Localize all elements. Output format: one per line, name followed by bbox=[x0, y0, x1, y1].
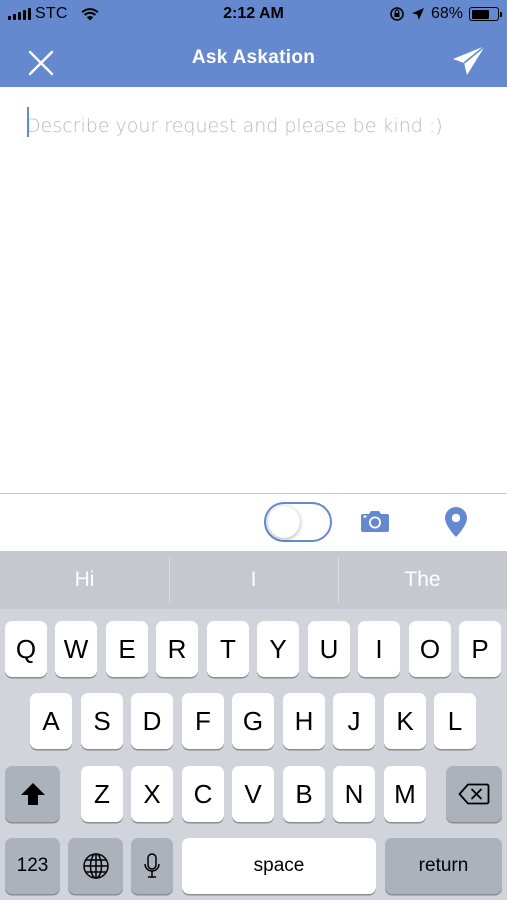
shift-key[interactable] bbox=[5, 766, 60, 822]
shift-arrow-icon bbox=[20, 783, 45, 805]
numbers-key[interactable]: 123 bbox=[5, 838, 60, 894]
key-o[interactable]: O bbox=[409, 621, 451, 677]
key-n[interactable]: N bbox=[333, 766, 375, 822]
suggestion-1[interactable]: Hi bbox=[0, 551, 169, 609]
key-k[interactable]: K bbox=[384, 693, 426, 749]
key-m[interactable]: M bbox=[384, 766, 426, 822]
key-p[interactable]: P bbox=[459, 621, 501, 677]
backspace-icon bbox=[458, 783, 490, 805]
paper-plane-icon[interactable] bbox=[451, 44, 487, 78]
key-e[interactable]: E bbox=[106, 621, 148, 677]
key-z[interactable]: Z bbox=[81, 766, 123, 822]
key-f[interactable]: F bbox=[182, 693, 224, 749]
return-key[interactable]: return bbox=[385, 838, 502, 894]
key-t[interactable]: T bbox=[207, 621, 249, 677]
battery-fill bbox=[471, 9, 489, 19]
suggestion-2[interactable]: I bbox=[169, 551, 338, 609]
key-h[interactable]: H bbox=[283, 693, 325, 749]
status-right: 68% bbox=[389, 5, 502, 23]
location-arrow-icon bbox=[411, 8, 424, 20]
accessory-bar bbox=[0, 493, 507, 551]
globe-icon bbox=[82, 853, 109, 879]
text-caret bbox=[27, 107, 29, 137]
key-d[interactable]: D bbox=[131, 693, 173, 749]
compose-area bbox=[0, 87, 507, 493]
delete-key[interactable] bbox=[446, 766, 502, 822]
space-key[interactable]: space bbox=[182, 838, 376, 894]
key-j[interactable]: J bbox=[333, 693, 375, 749]
microphone-icon bbox=[144, 853, 160, 878]
nav-bar: Ask Askation bbox=[0, 30, 507, 87]
battery-icon bbox=[469, 7, 502, 21]
key-x[interactable]: X bbox=[131, 766, 173, 822]
camera-icon[interactable] bbox=[360, 509, 390, 533]
orientation-lock-icon bbox=[390, 7, 404, 21]
key-u[interactable]: U bbox=[308, 621, 350, 677]
page-title: Ask Askation bbox=[191, 47, 316, 68]
key-s[interactable]: S bbox=[81, 693, 123, 749]
request-input[interactable] bbox=[0, 87, 507, 493]
key-i[interactable]: I bbox=[358, 621, 400, 677]
key-c[interactable]: C bbox=[182, 766, 224, 822]
key-w[interactable]: W bbox=[55, 621, 97, 677]
key-q[interactable]: Q bbox=[5, 621, 47, 677]
key-g[interactable]: G bbox=[232, 693, 274, 749]
key-b[interactable]: B bbox=[283, 766, 325, 822]
battery-percent: 68% bbox=[430, 5, 463, 22]
location-pin-icon[interactable] bbox=[444, 506, 468, 538]
toggle-knob bbox=[268, 506, 300, 538]
key-v[interactable]: V bbox=[232, 766, 274, 822]
key-y[interactable]: Y bbox=[257, 621, 299, 677]
status-bar: STC 2:12 AM 68% bbox=[0, 0, 507, 30]
key-l[interactable]: L bbox=[434, 693, 476, 749]
header: STC 2:12 AM 68% Ask Askation bbox=[0, 0, 507, 87]
globe-key[interactable] bbox=[68, 838, 123, 894]
anonymous-toggle[interactable] bbox=[264, 502, 332, 542]
keyboard: Hi I The Q W E R T Y U I O P A S D F G H… bbox=[0, 551, 507, 900]
key-r[interactable]: R bbox=[156, 621, 198, 677]
suggestion-3[interactable]: The bbox=[338, 551, 507, 609]
key-a[interactable]: A bbox=[30, 693, 72, 749]
dictation-key[interactable] bbox=[131, 838, 173, 894]
suggestion-bar: Hi I The bbox=[0, 551, 507, 609]
